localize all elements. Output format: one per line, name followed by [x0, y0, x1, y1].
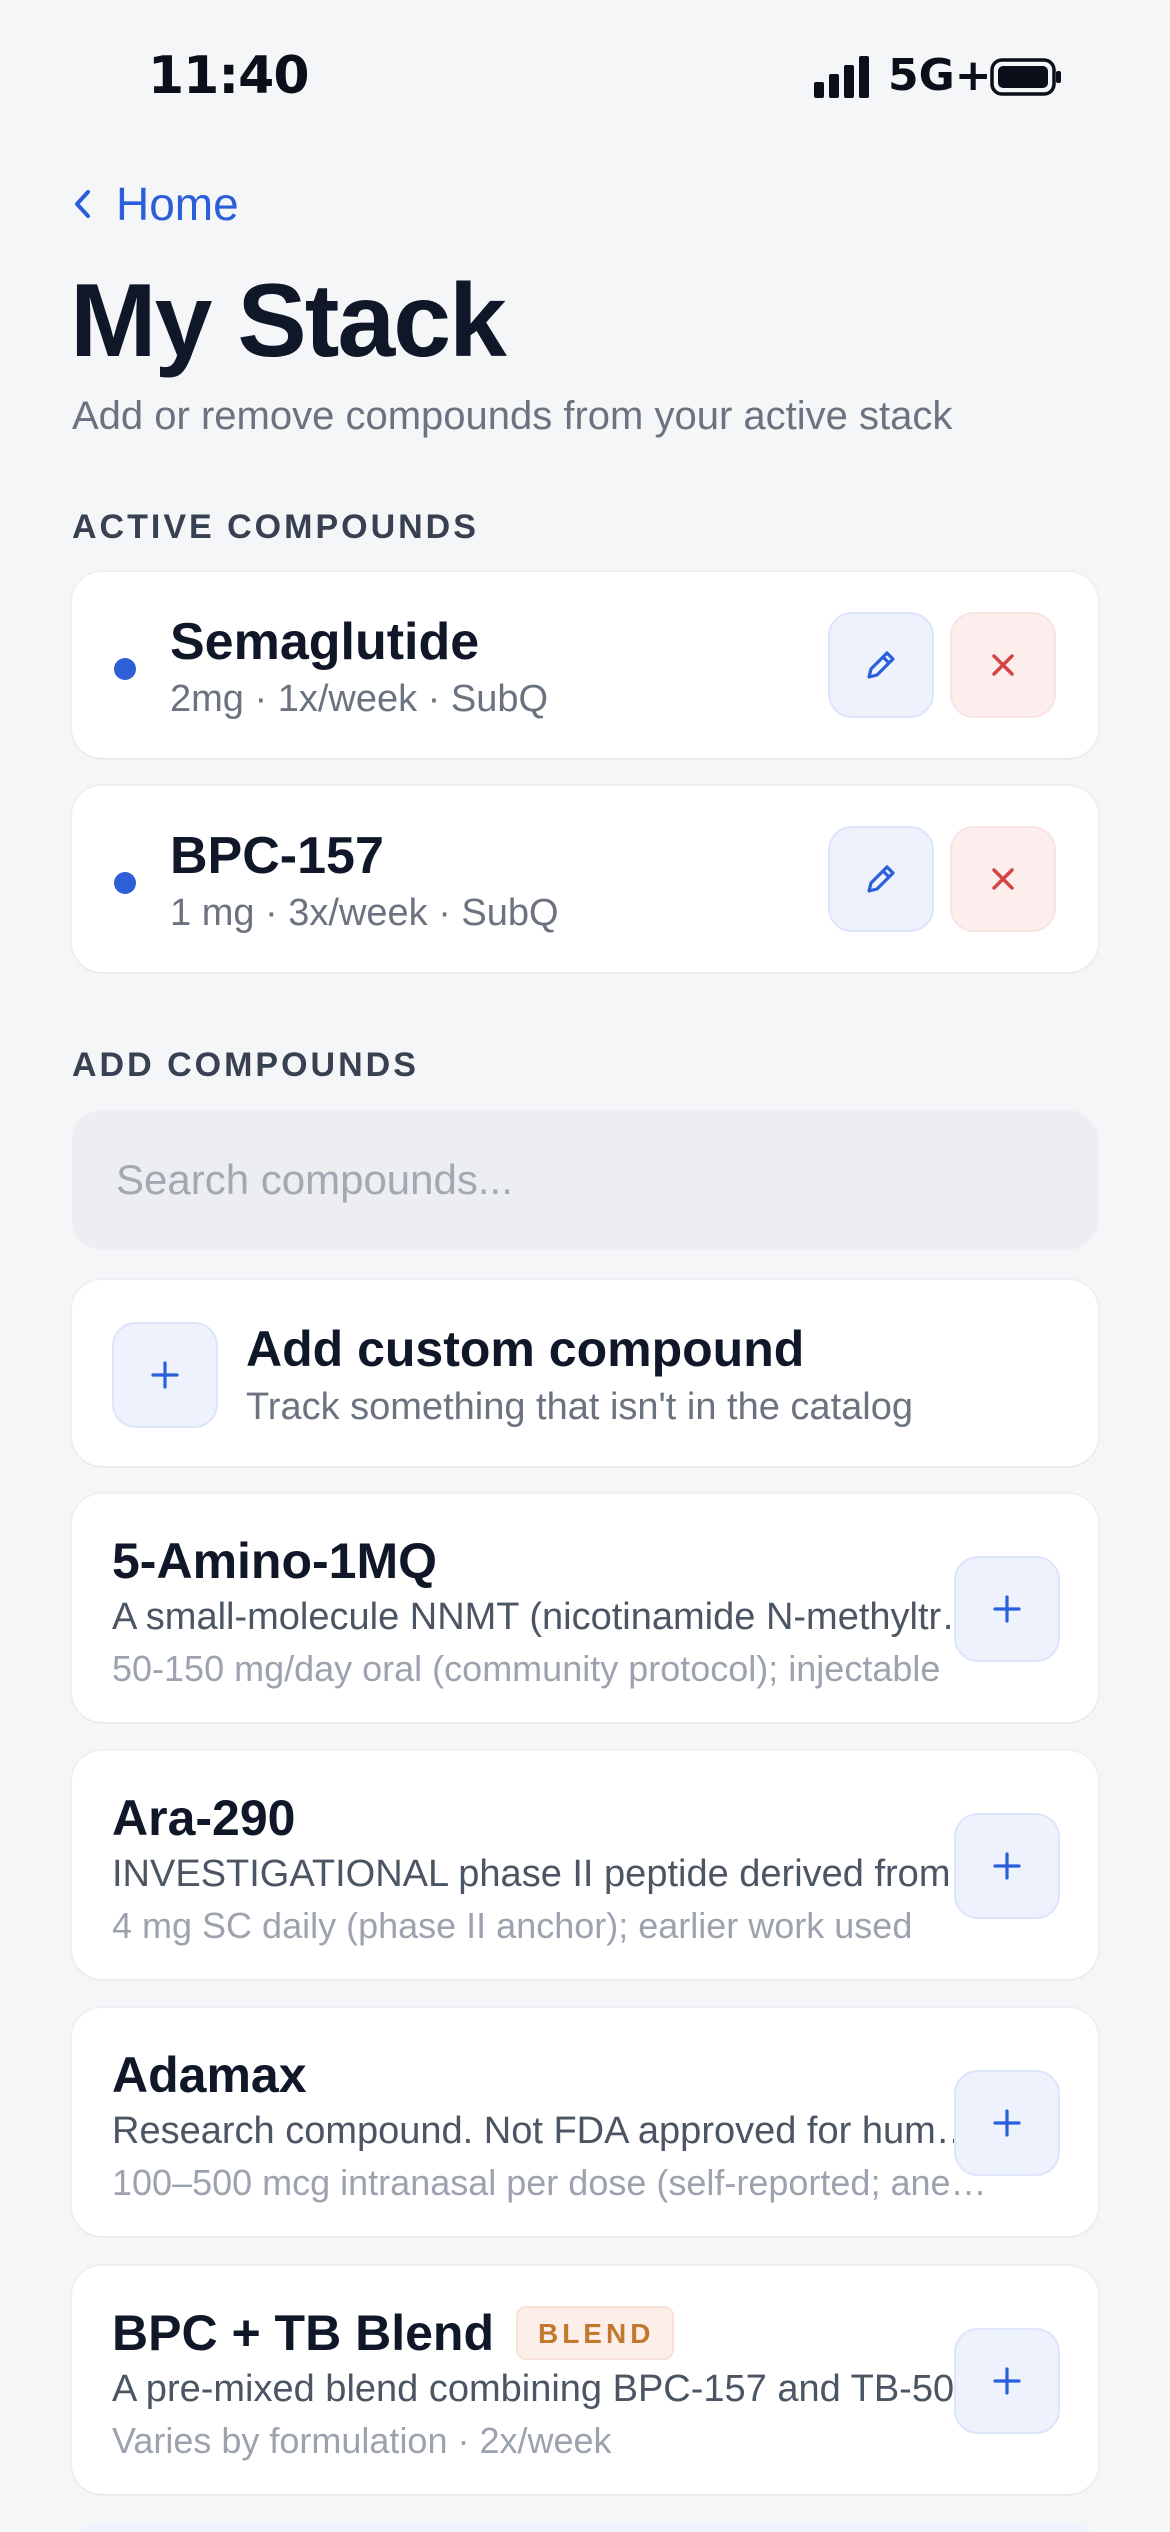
back-label: Home: [116, 178, 239, 230]
back-button[interactable]: Home: [72, 176, 239, 232]
signal-icon: [814, 56, 869, 98]
catalog-item-description: INVESTIGATIONAL phase II peptide derived…: [112, 1853, 992, 1895]
add-custom-button[interactable]: [112, 1322, 218, 1428]
catalog-item-description: A pre-mixed blend combining BPC-157 and …: [112, 2368, 976, 2410]
add-compound-button[interactable]: [954, 1813, 1060, 1919]
catalog-item: 5-Amino-1MQ A small-molecule NNMT (nicot…: [72, 1494, 1098, 1722]
compound-name: BPC-157: [170, 827, 384, 885]
active-dot-icon: [114, 658, 136, 680]
compound-dose: 2mg · 1x/week · SubQ: [170, 678, 549, 720]
search-input[interactable]: [72, 1110, 1098, 1250]
remove-button[interactable]: [950, 826, 1056, 932]
catalog-item: Ara-290 INVESTIGATIONAL phase II peptide…: [72, 1751, 1098, 1979]
plus-icon: [151, 1361, 179, 1389]
catalog-item-dose: 4 mg SC daily (phase II anchor); earlier…: [112, 1905, 913, 1946]
catalog-item-name-row: BPC + TB Blend BLEND: [112, 2304, 675, 2362]
my-stack-screen: 11:40 5G+ Home My Stack Add or remove co…: [0, 0, 1170, 2532]
active-dot-icon: [114, 872, 136, 894]
catalog-item-name-row: Ara-290: [112, 1789, 295, 1847]
catalog-item-description: A small-molecule NNMT (nicotinamide N-me…: [112, 1596, 992, 1638]
page-subtitle: Add or remove compounds from your active…: [72, 394, 953, 438]
add-compound-button[interactable]: [954, 2070, 1060, 2176]
add-compounds-heading: ADD COMPOUNDS: [72, 1046, 419, 1084]
search-field: [72, 1110, 1098, 1250]
catalog-item-name: 5-Amino-1MQ: [112, 1533, 437, 1589]
active-compound-card: Semaglutide 2mg · 1x/week · SubQ: [72, 572, 1098, 758]
add-compound-button[interactable]: [954, 2328, 1060, 2434]
compound-dose: 1 mg · 3x/week · SubQ: [170, 892, 559, 934]
catalog-item-dose: Varies by formulation · 2x/week: [112, 2420, 612, 2461]
status-bar: 11:40 5G+: [0, 0, 1170, 150]
close-icon: [992, 654, 1014, 676]
catalog-item-name: BPC + TB Blend: [112, 2305, 494, 2361]
pencil-icon: [867, 651, 895, 679]
plus-icon: [993, 2109, 1021, 2137]
chevron-left-icon: [75, 190, 90, 218]
custom-compound-description: Track something that isn't in the catalo…: [246, 1386, 913, 1428]
network-label: 5G+: [888, 50, 992, 101]
close-icon: [992, 868, 1014, 890]
catalog-item-dose: 50-150 mg/day oral (community protocol);…: [112, 1648, 941, 1689]
catalog-item-name: Ara-290: [112, 1790, 296, 1846]
blend-badge: BLEND: [515, 2306, 675, 2360]
catalog-item: Adamax Research compound. Not FDA approv…: [72, 2008, 1098, 2236]
page-title: My Stack: [70, 263, 507, 379]
catalog-item-name: Adamax: [112, 2047, 307, 2103]
add-compound-button[interactable]: [954, 1556, 1060, 1662]
active-compounds-heading: ACTIVE COMPOUNDS: [72, 508, 479, 546]
next-catalog-item-peek: [72, 2522, 1098, 2532]
catalog-item: BPC + TB Blend BLEND A pre-mixed blend c…: [72, 2266, 1098, 2494]
catalog-item-description: Research compound. Not FDA approved for …: [112, 2110, 992, 2152]
edit-button[interactable]: [828, 612, 934, 718]
catalog-item-dose: 100–500 mcg intranasal per dose (self-re…: [112, 2162, 992, 2203]
compound-name: Semaglutide: [170, 613, 480, 671]
plus-icon: [993, 1595, 1021, 1623]
add-custom-compound-card[interactable]: Add custom compound Track something that…: [72, 1280, 1098, 1466]
remove-button[interactable]: [950, 612, 1056, 718]
catalog-item-name-row: Adamax: [112, 2046, 307, 2104]
active-compound-card: BPC-157 1 mg · 3x/week · SubQ: [72, 786, 1098, 972]
battery-icon: [990, 58, 1061, 96]
pencil-icon: [867, 865, 895, 893]
catalog-item-name-row: 5-Amino-1MQ: [112, 1532, 437, 1590]
status-time: 11:40: [148, 46, 310, 106]
plus-icon: [993, 1852, 1021, 1880]
custom-compound-title: Add custom compound: [246, 1321, 805, 1377]
edit-button[interactable]: [828, 826, 934, 932]
plus-icon: [993, 2367, 1021, 2395]
